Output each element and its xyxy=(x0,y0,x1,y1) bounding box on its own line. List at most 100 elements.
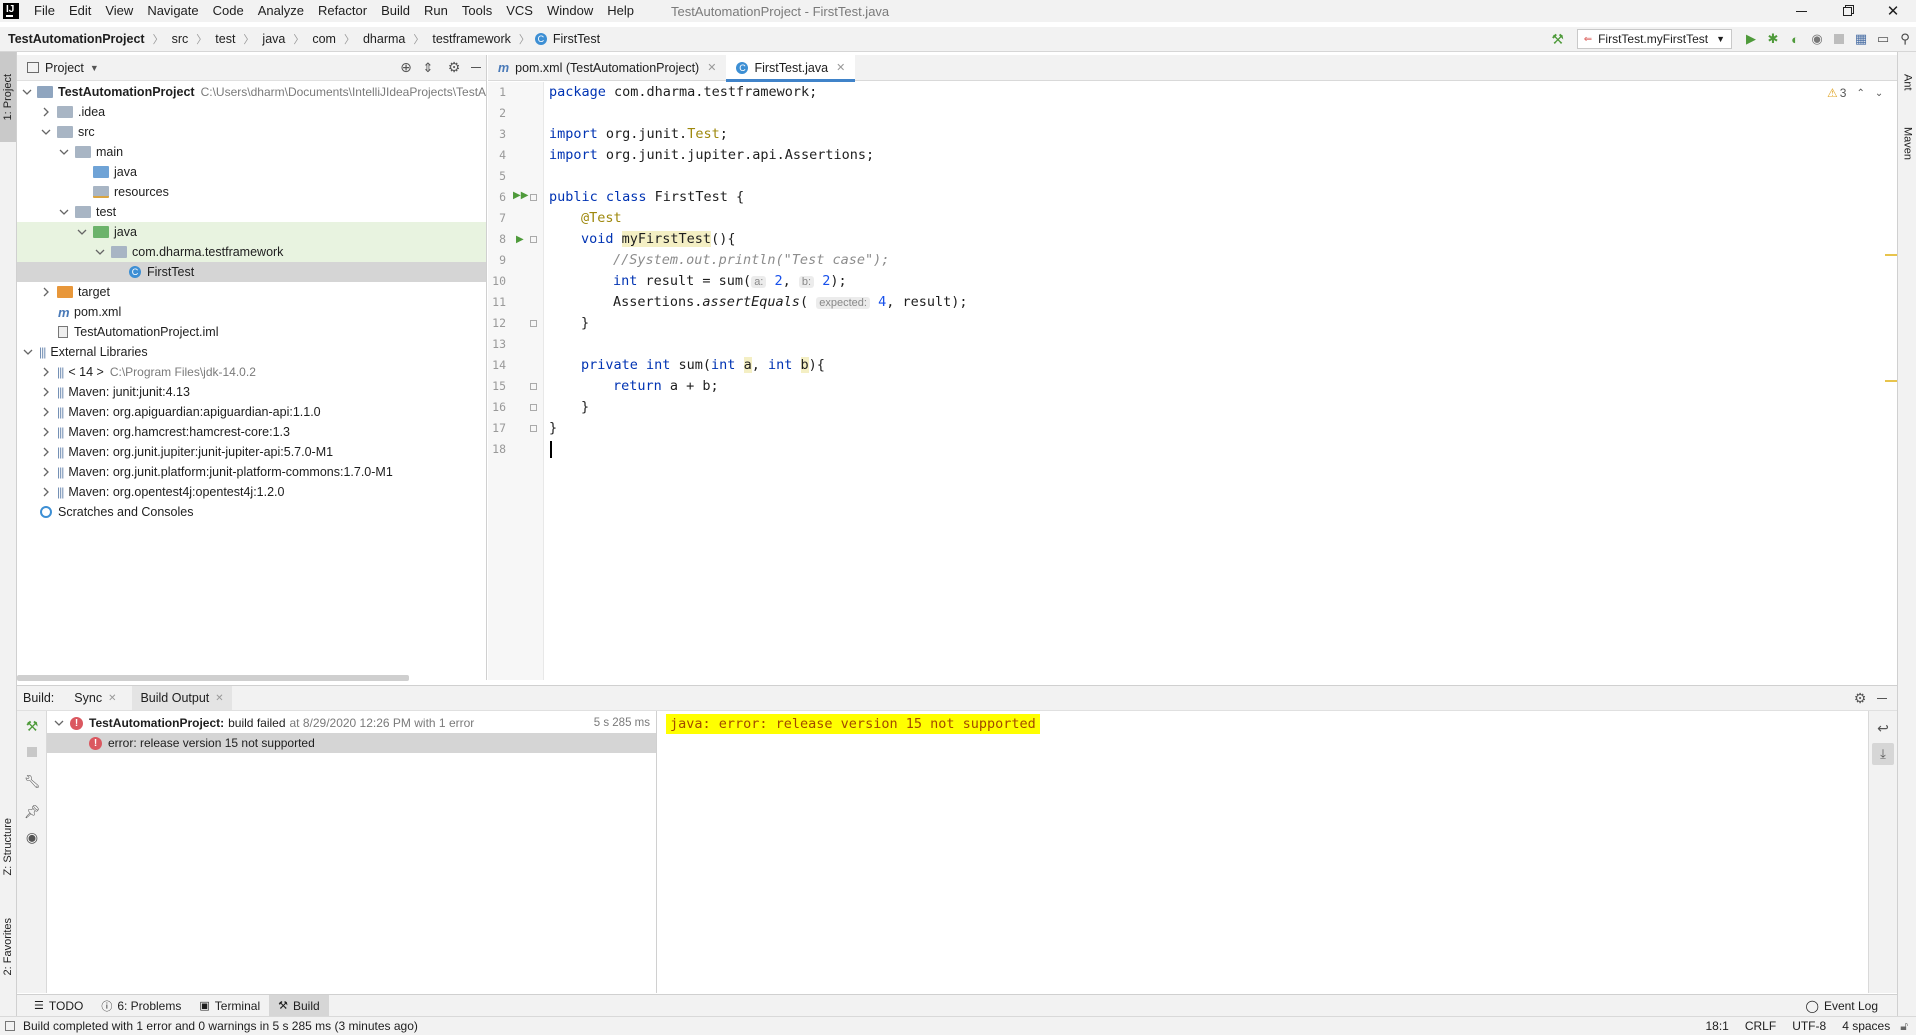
menu-edit[interactable]: Edit xyxy=(62,0,98,22)
chevron-down-icon[interactable] xyxy=(94,246,106,258)
pin-button[interactable]: 📌︎ xyxy=(21,801,43,823)
ant-tool-button[interactable]: Ant xyxy=(1899,62,1916,102)
project-horizontal-scrollbar[interactable] xyxy=(17,675,409,681)
fold-marker-icon[interactable] xyxy=(530,425,537,432)
presentation-button[interactable]: ▭ xyxy=(1872,28,1894,50)
tree-item-firsttest[interactable]: C FirstTest xyxy=(17,262,487,282)
build-result-root[interactable]: ! TestAutomationProject: build failed at… xyxy=(47,713,656,733)
tab-build-output[interactable]: Build Output ✕ xyxy=(132,686,232,710)
run-class-gutter-icon[interactable]: ▶▶ xyxy=(513,190,528,201)
tree-item-pom[interactable]: m pom.xml xyxy=(17,302,487,322)
tab-problems[interactable]: ⓘ 6: Problems xyxy=(92,995,190,1017)
project-settings-button[interactable]: ⚙ xyxy=(443,57,465,79)
chevron-right-icon[interactable] xyxy=(40,406,52,418)
close-tab-icon[interactable]: ✕ xyxy=(836,61,845,74)
menu-file[interactable]: File xyxy=(27,0,62,22)
project-view-selector[interactable]: Project xyxy=(45,61,84,75)
rebuild-button[interactable]: ⚒ xyxy=(21,715,43,737)
menu-analyze[interactable]: Analyze xyxy=(251,0,311,22)
fold-marker-icon[interactable] xyxy=(530,236,537,243)
tree-item-iml[interactable]: TestAutomationProject.iml xyxy=(17,322,487,342)
tree-item-library[interactable]: ||| Maven: org.junit.jupiter:junit-jupit… xyxy=(17,442,487,462)
close-tab-icon[interactable]: ✕ xyxy=(215,693,223,704)
tree-item-target[interactable]: target xyxy=(17,282,487,302)
restore-button[interactable] xyxy=(1824,0,1870,22)
locate-file-button[interactable]: ⊕ xyxy=(395,57,417,79)
breadcrumb-java[interactable]: java xyxy=(259,32,288,46)
event-log-button[interactable]: ◯ Event Log xyxy=(1797,995,1887,1017)
chevron-right-icon[interactable] xyxy=(40,366,52,378)
menu-code[interactable]: Code xyxy=(206,0,251,22)
chevron-down-icon[interactable] xyxy=(22,86,32,98)
chevron-down-icon[interactable] xyxy=(58,146,70,158)
tree-item-jdk[interactable]: ||| < 14 > C:\Program Files\jdk-14.0.2 xyxy=(17,362,487,382)
search-everywhere-button[interactable]: ⚲ xyxy=(1894,28,1916,50)
profile-button[interactable]: ◉ xyxy=(1806,28,1828,50)
tree-item-external-libraries[interactable]: ||| External Libraries xyxy=(17,342,487,362)
tree-item-library[interactable]: ||| Maven: org.apiguardian:apiguardian-a… xyxy=(17,402,487,422)
run-configuration-dropdown[interactable]: ⇐ FirstTest.myFirstTest ▼ xyxy=(1576,29,1732,49)
breadcrumb-dharma[interactable]: dharma xyxy=(360,32,408,46)
run-test-gutter-icon[interactable]: ▶ xyxy=(516,234,524,245)
menu-help[interactable]: Help xyxy=(600,0,641,22)
build-settings-button[interactable]: ⚙ xyxy=(1849,687,1871,709)
tree-item-package[interactable]: com.dharma.testframework xyxy=(17,242,487,262)
tree-item-idea[interactable]: .idea xyxy=(17,102,487,122)
build-error-item[interactable]: ! error: release version 15 not supporte… xyxy=(47,733,656,753)
view-button[interactable]: ◉ xyxy=(21,826,43,848)
menu-tools[interactable]: Tools xyxy=(455,0,499,22)
menu-refactor[interactable]: Refactor xyxy=(311,0,374,22)
tab-todo[interactable]: ☰ TODO xyxy=(25,995,92,1017)
status-toggle-icon[interactable] xyxy=(5,1021,15,1031)
tree-item-test-java[interactable]: java xyxy=(17,222,487,242)
hide-panel-button[interactable] xyxy=(465,57,487,79)
tree-item-test[interactable]: test xyxy=(17,202,487,222)
status-message[interactable]: Build completed with 1 error and 0 warni… xyxy=(23,1019,418,1033)
debug-button[interactable]: ✱ xyxy=(1762,28,1784,50)
minimize-button[interactable] xyxy=(1778,0,1824,22)
coverage-button[interactable]: ◐ xyxy=(1784,28,1806,50)
chevron-down-icon[interactable] xyxy=(76,226,88,238)
chevron-right-icon[interactable] xyxy=(40,486,52,498)
tab-terminal[interactable]: ▣ Terminal xyxy=(190,995,269,1017)
warning-stripe-mark[interactable] xyxy=(1885,380,1897,382)
menu-run[interactable]: Run xyxy=(417,0,455,22)
chevron-up-icon[interactable]: ⌃ xyxy=(1856,88,1864,99)
menu-build[interactable]: Build xyxy=(374,0,417,22)
tree-item-library[interactable]: ||| Maven: org.opentest4j:opentest4j:1.2… xyxy=(17,482,487,502)
close-tab-icon[interactable]: ✕ xyxy=(108,693,116,704)
code-editor[interactable]: package com.dharma.testframework; import… xyxy=(545,82,1897,680)
line-separator[interactable]: CRLF xyxy=(1737,1019,1784,1033)
chevron-right-icon[interactable] xyxy=(40,446,52,458)
chevron-down-icon[interactable] xyxy=(40,126,52,138)
menu-vcs[interactable]: VCS xyxy=(499,0,540,22)
panel-divider[interactable] xyxy=(486,55,487,680)
project-structure-button[interactable]: ▦ xyxy=(1850,28,1872,50)
close-window-button[interactable]: ✕ xyxy=(1870,0,1916,22)
scroll-to-end-button[interactable]: ⤓ xyxy=(1872,743,1894,765)
breadcrumb-com[interactable]: com xyxy=(309,32,339,46)
tab-sync[interactable]: Sync ✕ xyxy=(68,686,122,710)
menu-view[interactable]: View xyxy=(98,0,140,22)
maven-tool-button[interactable]: Maven xyxy=(1899,114,1916,174)
file-encoding[interactable]: UTF-8 xyxy=(1784,1019,1834,1033)
stop-build-button[interactable] xyxy=(21,741,43,763)
tree-item-main-java[interactable]: java xyxy=(17,162,487,182)
breadcrumb-firsttest[interactable]: FirstTest xyxy=(550,32,603,46)
tree-item-project-root[interactable]: TestAutomationProject C:\Users\dharm\Doc… xyxy=(17,82,487,102)
breadcrumb-test[interactable]: test xyxy=(212,32,238,46)
favorites-tool-button[interactable]: 2: Favorites xyxy=(0,907,16,987)
tree-item-library[interactable]: ||| Maven: junit:junit:4.13 xyxy=(17,382,487,402)
tree-item-library[interactable]: ||| Maven: org.junit.platform:junit-plat… xyxy=(17,462,487,482)
menu-window[interactable]: Window xyxy=(540,0,600,22)
close-tab-icon[interactable]: ✕ xyxy=(707,61,716,74)
tab-pom-xml[interactable]: m pom.xml (TestAutomationProject) ✕ xyxy=(488,55,726,81)
breadcrumb-src[interactable]: src xyxy=(169,32,192,46)
hide-build-button[interactable] xyxy=(1871,687,1893,709)
chevron-right-icon[interactable] xyxy=(40,286,52,298)
tree-item-main[interactable]: main xyxy=(17,142,487,162)
chevron-right-icon[interactable] xyxy=(40,106,52,118)
tab-firsttest-java[interactable]: C FirstTest.java ✕ xyxy=(726,54,856,82)
breadcrumb-project[interactable]: TestAutomationProject xyxy=(5,32,148,46)
chevron-right-icon[interactable] xyxy=(40,466,52,478)
